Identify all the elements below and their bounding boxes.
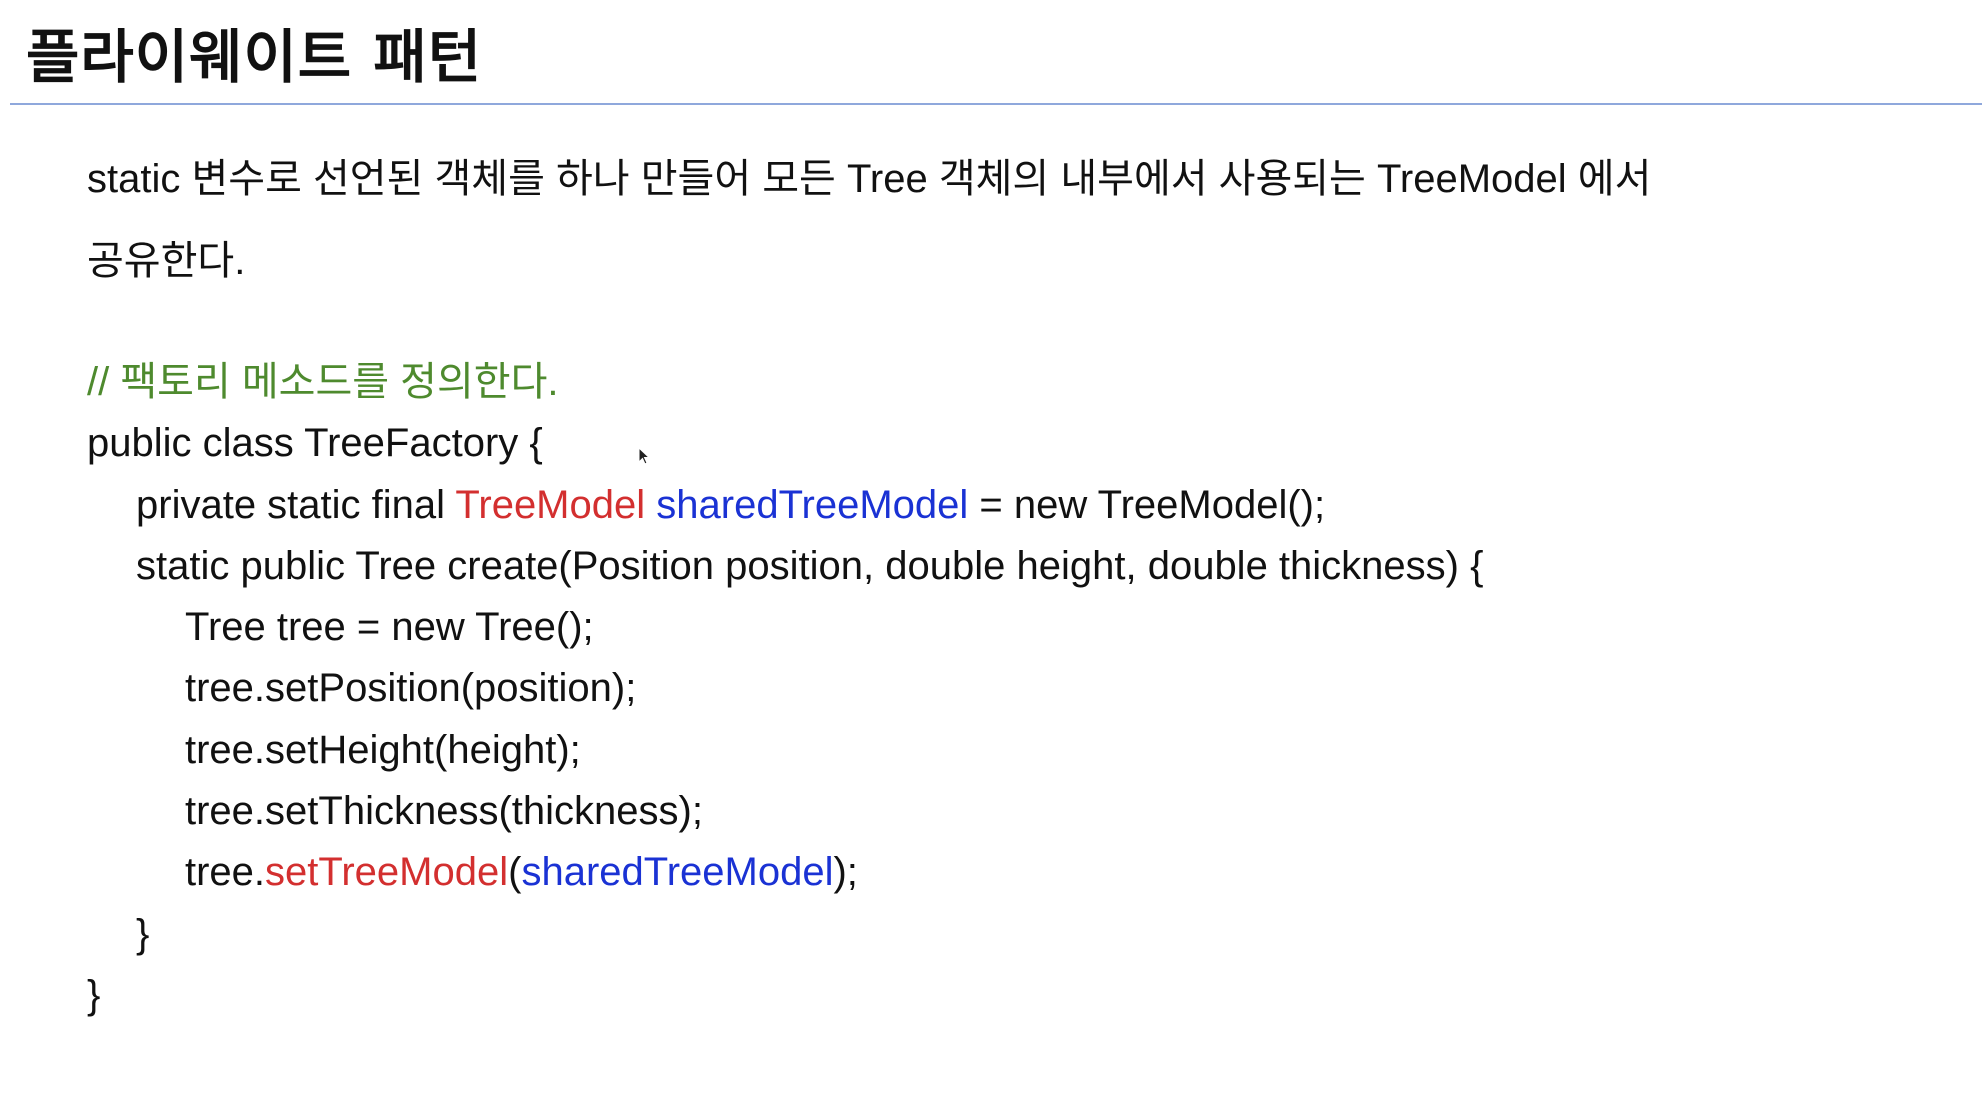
code-stmt-set-position: tree.setPosition(position);	[185, 666, 637, 711]
code-field-declaration: private static final TreeModel sharedTre…	[87, 475, 1483, 536]
slide: 플라이웨이트 패턴 static 변수로 선언된 객체를 하나 만들어 모든 T…	[0, 0, 1982, 1098]
code-field-type: TreeModel	[455, 482, 646, 527]
title-divider	[10, 103, 1982, 105]
description-line-1: static 변수로 선언된 객체를 하나 만들어 모든 Tree 객체의 내부…	[87, 157, 1652, 201]
code-stmt-set-tree-model: tree.setTreeModel(sharedTreeModel);	[87, 842, 1483, 903]
description: static 변수로 선언된 객체를 하나 만들어 모든 Tree 객체의 내부…	[87, 138, 1651, 302]
slide-title: 플라이웨이트 패턴	[26, 23, 483, 91]
code-field-prefix: private static final	[136, 482, 456, 527]
mouse-pointer-icon	[638, 447, 650, 465]
code-model-open: (	[508, 850, 522, 895]
code-class-declaration: public class TreeFactory {	[87, 421, 543, 466]
code-model-prefix: tree.	[185, 850, 266, 895]
code-stmt-set-height: tree.setHeight(height);	[185, 727, 581, 772]
code-stmt-new-tree: Tree tree = new Tree();	[185, 605, 594, 650]
code-class-close: }	[87, 972, 101, 1017]
code-model-method: setTreeModel	[265, 850, 509, 895]
code-field-suffix: = new TreeModel();	[968, 482, 1326, 527]
code-block: // 팩토리 메소드를 정의한다. public class TreeFacto…	[87, 352, 1483, 1026]
code-stmt-set-thickness: tree.setThickness(thickness);	[185, 789, 703, 834]
code-model-close: );	[833, 850, 858, 895]
code-model-arg: sharedTreeModel	[521, 850, 834, 895]
code-method-declaration: static public Tree create(Position posit…	[136, 543, 1484, 588]
code-comment: // 팩토리 메소드를 정의한다.	[87, 360, 559, 404]
code-field-name: sharedTreeModel	[656, 482, 969, 527]
description-line-2: 공유한다.	[87, 239, 246, 283]
code-field-space	[645, 483, 656, 527]
code-method-close: }	[136, 911, 150, 956]
